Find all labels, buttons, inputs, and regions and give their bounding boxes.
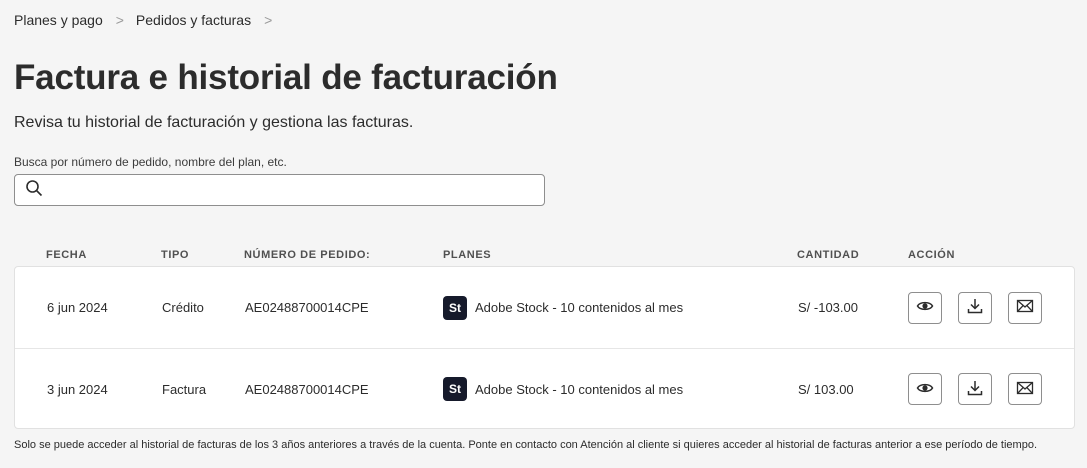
download-invoice-button[interactable]	[958, 373, 992, 405]
plan-name: Adobe Stock - 10 contenidos al mes	[475, 381, 684, 397]
email-invoice-button[interactable]	[1008, 291, 1042, 324]
search-label: Busca por número de pedido, nombre del p…	[14, 155, 287, 169]
cell-date: 6 jun 2024	[47, 300, 108, 315]
adobe-stock-icon: St	[443, 377, 467, 401]
page-title: Factura e historial de facturación	[14, 58, 558, 97]
cell-plan: St Adobe Stock - 10 contenidos al mes	[443, 349, 683, 429]
search-field[interactable]	[14, 174, 545, 206]
column-header-plans: PLANES	[443, 249, 492, 261]
breadcrumb-item-plans[interactable]: Planes y pago	[14, 12, 103, 28]
billing-page: Planes y pago > Pedidos y facturas > Fac…	[0, 0, 1087, 468]
view-invoice-button[interactable]	[908, 373, 942, 405]
cell-order-number: AE02488700014CPE	[245, 300, 369, 315]
column-header-type: TIPO	[161, 249, 190, 261]
breadcrumb-separator-icon: >	[264, 12, 273, 28]
breadcrumb-separator-icon: >	[115, 12, 124, 28]
download-invoice-button[interactable]	[958, 291, 992, 324]
breadcrumb: Planes y pago > Pedidos y facturas >	[14, 12, 284, 28]
breadcrumb-item-orders[interactable]: Pedidos y facturas	[136, 12, 251, 28]
adobe-stock-icon: St	[443, 295, 467, 320]
eye-icon	[916, 297, 934, 318]
cell-date: 3 jun 2024	[47, 381, 108, 397]
cell-actions	[908, 267, 1058, 348]
envelope-icon	[1016, 297, 1034, 318]
billing-table: 6 jun 2024 Crédito AE02488700014CPE St A…	[14, 266, 1075, 429]
eye-icon	[916, 379, 934, 400]
cell-actions	[908, 349, 1058, 429]
cell-order-number: AE02488700014CPE	[245, 381, 369, 397]
cell-amount: S/ 103.00	[798, 381, 854, 397]
cell-type: Factura	[162, 381, 207, 397]
table-row: 3 jun 2024 Factura AE02488700014CPE St A…	[15, 348, 1074, 429]
column-header-order-number: NÚMERO DE PEDIDO:	[244, 249, 371, 261]
history-footnote: Solo se puede acceder al historial de fa…	[14, 439, 1038, 451]
column-header-action: ACCIÓN	[908, 249, 955, 261]
cell-amount: S/ -103.00	[798, 300, 858, 315]
plan-name: Adobe Stock - 10 contenidos al mes	[475, 300, 684, 315]
table-header: FECHA TIPO NÚMERO DE PEDIDO: PLANES CANT…	[14, 249, 1075, 263]
email-invoice-button[interactable]	[1008, 373, 1042, 405]
view-invoice-button[interactable]	[908, 291, 942, 324]
search-icon	[25, 179, 43, 202]
table-row: 6 jun 2024 Crédito AE02488700014CPE St A…	[15, 267, 1074, 348]
download-icon	[966, 379, 984, 400]
page-subtitle: Revisa tu historial de facturación y ges…	[14, 114, 414, 131]
column-header-date: FECHA	[46, 249, 87, 261]
search-input[interactable]	[51, 176, 544, 204]
cell-type: Crédito	[162, 300, 204, 315]
download-icon	[966, 297, 984, 318]
column-header-amount: CANTIDAD	[797, 249, 860, 261]
envelope-icon	[1016, 379, 1034, 400]
cell-plan: St Adobe Stock - 10 contenidos al mes	[443, 267, 683, 348]
